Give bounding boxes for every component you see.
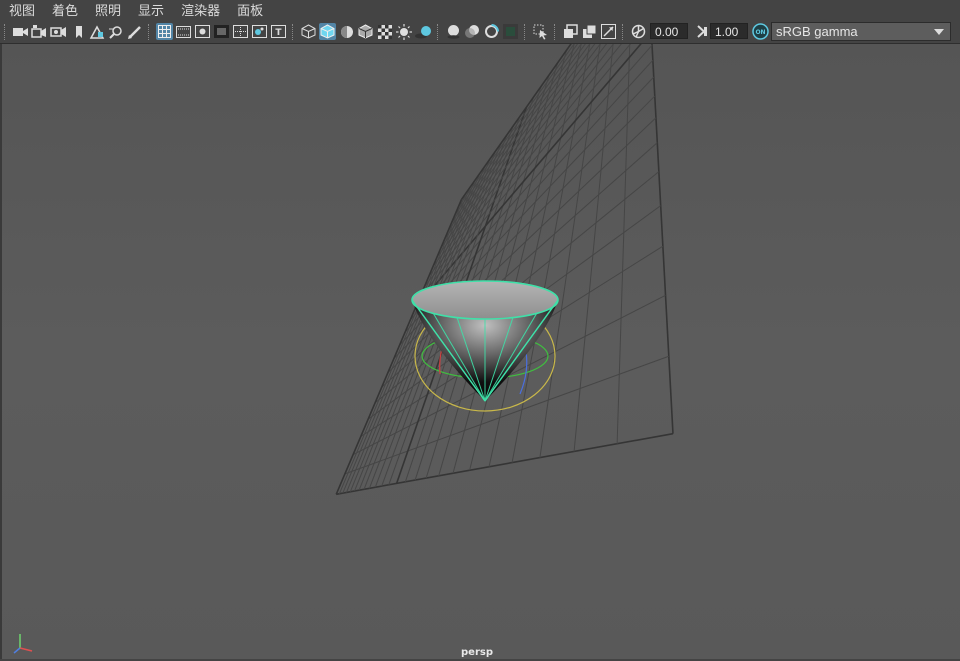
isolate-select-icon[interactable]	[532, 23, 549, 40]
toolbar-separator	[148, 24, 151, 40]
exposure-icon[interactable]	[630, 23, 647, 40]
image-plane-icon[interactable]	[88, 23, 105, 40]
select-camera-icon[interactable]	[12, 23, 29, 40]
menu-show[interactable]: 显示	[129, 0, 172, 21]
panel-menu-bar: 视图 着色 照明 显示 渲染器 面板	[0, 0, 960, 21]
toolbar-separator	[554, 24, 557, 40]
grease-pencil-icon[interactable]	[126, 23, 143, 40]
camera-bookmark-icon[interactable]	[70, 23, 87, 40]
film-gate-icon[interactable]	[175, 23, 192, 40]
menu-shading[interactable]: 着色	[43, 0, 86, 21]
depth-of-field-icon[interactable]	[502, 23, 519, 40]
maya-viewport-panel: 视图 着色 照明 显示 渲染器 面板 T 0.00 1.00 ON sRGB g…	[0, 0, 960, 659]
perspective-viewport[interactable]	[0, 44, 960, 659]
chevron-down-icon[interactable]	[928, 23, 950, 40]
camera-name-label: persp	[461, 647, 493, 658]
resolution-gate-icon[interactable]	[194, 23, 211, 40]
camera-attributes-icon[interactable]	[30, 23, 47, 40]
cone-cap	[411, 280, 559, 320]
wireframe-on-shaded-icon[interactable]	[357, 23, 374, 40]
toolbar-separator	[437, 24, 440, 40]
default-material-icon[interactable]	[338, 23, 355, 40]
xray-joints-icon[interactable]	[600, 23, 617, 40]
view-transform-value: sRGB gamma	[776, 24, 858, 39]
safe-title-icon[interactable]: T	[270, 23, 287, 40]
toolbar-separator	[622, 24, 625, 40]
viewport-canvas[interactable]	[2, 44, 960, 659]
svg-text:ON: ON	[755, 29, 765, 36]
gamma-icon[interactable]	[693, 23, 710, 40]
multisample-aa-icon[interactable]	[483, 23, 500, 40]
color-management-icon[interactable]: ON	[752, 23, 769, 40]
menu-view[interactable]: 视图	[0, 0, 43, 21]
z-axis-icon	[13, 647, 21, 654]
wireframe-icon[interactable]	[300, 23, 317, 40]
field-chart-icon[interactable]	[232, 23, 249, 40]
gamma-field[interactable]: 1.00	[710, 23, 748, 39]
gate-mask-icon[interactable]	[213, 23, 230, 40]
grid-icon[interactable]	[156, 23, 173, 40]
toolbar-separator	[4, 24, 7, 40]
menu-renderer[interactable]: 渲染器	[172, 0, 228, 21]
exposure-field[interactable]: 0.00	[650, 23, 688, 39]
2d-pan-zoom-icon[interactable]	[107, 23, 124, 40]
bookmark-camera-icon[interactable]	[50, 23, 67, 40]
xray-active-components-icon[interactable]	[581, 23, 598, 40]
motion-blur-icon[interactable]	[464, 23, 481, 40]
panel-toolbar: T 0.00 1.00 ON sRGB gamma	[0, 21, 960, 44]
smooth-shade-icon[interactable]	[319, 23, 336, 40]
menu-lighting[interactable]: 照明	[86, 0, 129, 21]
toolbar-separator	[292, 24, 295, 40]
use-all-lights-icon[interactable]	[395, 23, 412, 40]
x-axis-icon	[19, 647, 33, 652]
safe-action-icon[interactable]	[251, 23, 268, 40]
menu-panels[interactable]: 面板	[228, 0, 271, 21]
xray-icon[interactable]	[562, 23, 579, 40]
screen-space-ao-icon[interactable]	[445, 23, 462, 40]
shadows-icon[interactable]	[414, 23, 431, 40]
view-transform-select[interactable]: sRGB gamma	[771, 22, 951, 41]
toolbar-separator	[524, 24, 527, 40]
svg-text:T: T	[275, 28, 282, 38]
axis-orientation-gizmo	[10, 628, 42, 656]
textured-icon[interactable]	[376, 23, 393, 40]
